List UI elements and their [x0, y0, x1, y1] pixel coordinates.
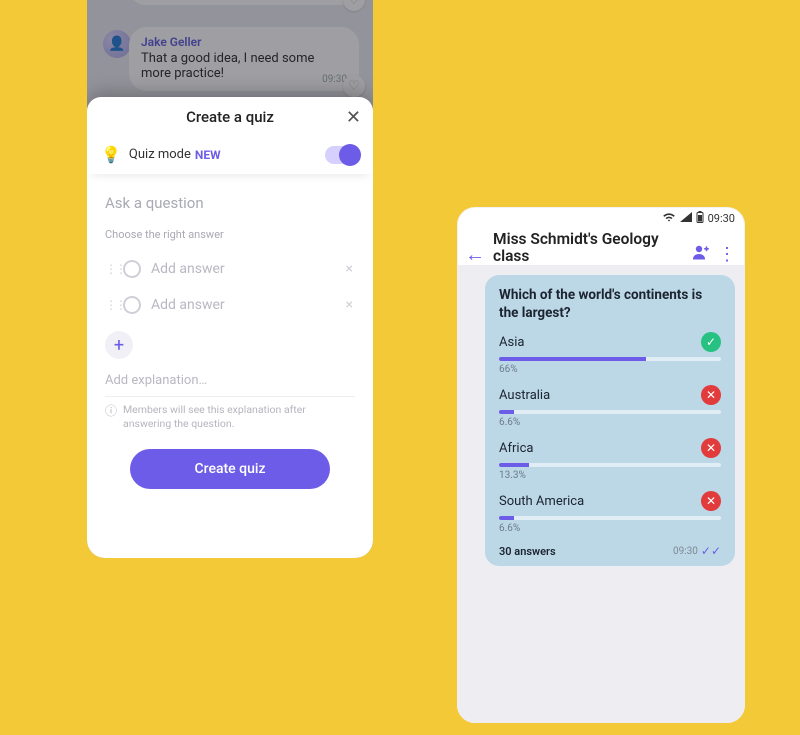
quiz-option-percent: 6.6% [499, 523, 721, 534]
quiz-option-percent: 13.3% [499, 470, 721, 481]
clear-answer-icon[interactable]: × [344, 261, 355, 277]
answer-row: ⋮⋮ × [105, 287, 355, 323]
quiz-option-label: South America [499, 494, 584, 509]
sheet-header: Create a quiz ✕ [87, 97, 373, 137]
answer-input[interactable] [151, 297, 344, 313]
quiz-option-percent: 6.6% [499, 417, 721, 428]
close-icon[interactable]: ✕ [346, 107, 361, 128]
more-icon[interactable]: ⋮ [718, 244, 735, 265]
quiz-result-card: Which of the world's continents is the l… [485, 275, 735, 566]
explanation-input[interactable] [105, 369, 355, 394]
create-quiz-button[interactable]: Create quiz [130, 449, 330, 489]
answer-row: ⋮⋮ × [105, 251, 355, 287]
lightbulb-icon: 💡 [101, 145, 121, 164]
new-badge: NEW [195, 148, 221, 162]
correct-answer-radio[interactable] [123, 296, 141, 314]
status-time: 09:30 [708, 212, 735, 225]
chat-canvas: Which of the world's continents is the l… [457, 265, 745, 723]
sheet-body: Choose the right answer ⋮⋮ × ⋮⋮ × + ⓘ Me… [87, 174, 373, 558]
battery-icon [696, 211, 704, 226]
quiz-card-footer: 30 answers 09:30 ✓✓ [499, 544, 721, 558]
quiz-card-time: 09:30 ✓✓ [673, 544, 721, 558]
quiz-option-label: Australia [499, 388, 550, 403]
quiz-option[interactable]: Africa ✕ 13.3% [499, 438, 721, 481]
explanation-info: ⓘ Members will see this explanation afte… [105, 396, 355, 437]
correct-answer-radio[interactable] [123, 260, 141, 278]
correct-icon: ✓ [701, 332, 721, 352]
quiz-question: Which of the world's continents is the l… [499, 287, 721, 322]
chat-title: Miss Schmidt's Geology class [493, 231, 674, 265]
choose-answer-label: Choose the right answer [105, 228, 355, 241]
quiz-mode-row: 💡 Quiz mode NEW [87, 137, 373, 174]
incorrect-icon: ✕ [701, 491, 721, 511]
incorrect-icon: ✕ [701, 438, 721, 458]
phone-right: 09:30 ← Miss Schmidt's Geology class 35 … [445, 195, 757, 735]
signal-icon [680, 212, 692, 225]
quiz-option[interactable]: South America ✕ 6.6% [499, 491, 721, 534]
back-icon[interactable]: ← [465, 242, 485, 267]
question-input[interactable] [105, 190, 355, 222]
quiz-option-bar [499, 463, 721, 467]
add-answer-button[interactable]: + [105, 331, 133, 359]
quiz-option-percent: 66% [499, 364, 721, 375]
quiz-option-bar [499, 357, 721, 361]
add-participant-icon[interactable] [690, 242, 710, 267]
answers-count: 30 answers [499, 545, 556, 558]
quiz-option-bar [499, 410, 721, 414]
info-icon: ⓘ [105, 403, 117, 419]
quiz-option-label: Africa [499, 441, 533, 456]
wifi-icon [662, 212, 676, 225]
phone-left: the test? 09:29 ♡ 👤 Jake Geller That a g… [75, 0, 385, 570]
read-receipt-icon: ✓✓ [701, 544, 721, 558]
drag-handle-icon[interactable]: ⋮⋮ [105, 262, 117, 276]
explanation-info-text: Members will see this explanation after … [123, 403, 355, 431]
drag-handle-icon[interactable]: ⋮⋮ [105, 298, 117, 312]
create-quiz-sheet: Create a quiz ✕ 💡 Quiz mode NEW Choose t… [87, 97, 373, 558]
sheet-title: Create a quiz [186, 108, 274, 126]
quiz-option-label: Asia [499, 335, 524, 350]
quiz-mode-toggle[interactable] [325, 146, 359, 164]
quiz-option-bar [499, 516, 721, 520]
clear-answer-icon[interactable]: × [344, 297, 355, 313]
quiz-option[interactable]: Asia ✓ 66% [499, 332, 721, 375]
incorrect-icon: ✕ [701, 385, 721, 405]
answer-input[interactable] [151, 261, 344, 277]
status-bar: 09:30 [457, 207, 745, 229]
quiz-option[interactable]: Australia ✕ 6.6% [499, 385, 721, 428]
quiz-mode-label: Quiz mode [129, 147, 191, 162]
